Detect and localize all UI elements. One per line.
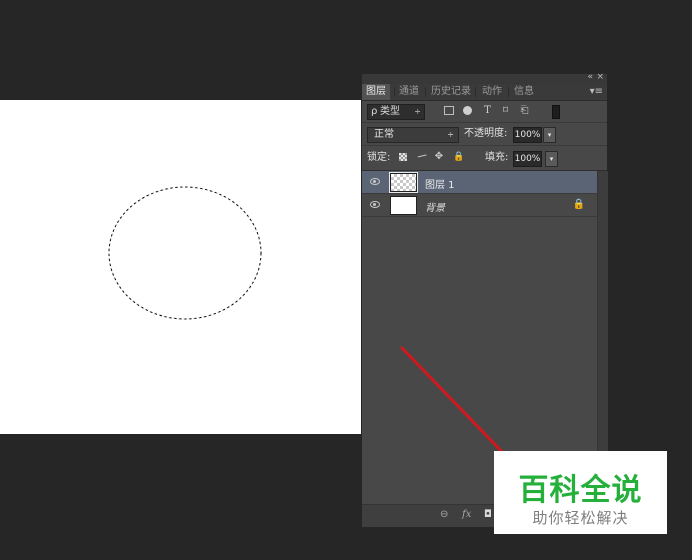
- select-arrows-icon: ÷: [414, 107, 421, 116]
- fill-dropdown-button[interactable]: ▾: [545, 151, 558, 167]
- eye-icon[interactable]: [370, 201, 380, 208]
- blend-mode-select[interactable]: 正常 ÷: [367, 127, 459, 143]
- opacity-dropdown-button[interactable]: ▾: [543, 127, 556, 143]
- fill-input[interactable]: 100%: [513, 151, 542, 167]
- close-panel-icon[interactable]: ×: [596, 72, 604, 82]
- tab-channels[interactable]: 通道: [395, 84, 423, 100]
- tab-separator: [425, 87, 426, 97]
- lock-all-icon[interactable]: 🔒: [453, 152, 464, 162]
- opacity-input[interactable]: 100%: [513, 127, 542, 143]
- filter-toggle-switch[interactable]: [552, 105, 560, 119]
- panel-title-bar: « ×: [362, 72, 607, 84]
- lock-fill-row: 锁定: ⁄ ✥ 🔒 填充: 100% ▾: [362, 146, 607, 171]
- collapse-panel-icon[interactable]: «: [587, 72, 593, 82]
- layer-lock-icon: 🔒: [572, 199, 585, 210]
- tab-layers[interactable]: 图层: [362, 84, 390, 100]
- eye-icon[interactable]: [370, 178, 380, 185]
- filter-kind-select[interactable]: ρ 类型 ÷: [367, 104, 425, 120]
- elliptical-selection-marquee: [108, 186, 262, 320]
- lock-image-pixels-icon[interactable]: ⁄: [414, 150, 428, 164]
- fill-label: 填充:: [485, 152, 509, 163]
- layer-name[interactable]: 图层 1: [425, 176, 455, 191]
- layer-thumbnail[interactable]: [389, 172, 418, 193]
- image-filter-icon[interactable]: [444, 106, 454, 115]
- tab-history[interactable]: 历史记录: [427, 84, 475, 100]
- tab-actions[interactable]: 动作: [478, 84, 506, 100]
- select-arrows-icon: ÷: [447, 130, 454, 139]
- tab-info[interactable]: 信息: [510, 84, 538, 100]
- lock-transparent-pixels-icon[interactable]: [399, 153, 407, 161]
- filter-kind-label: 类型: [380, 106, 400, 117]
- tab-separator: [475, 87, 476, 97]
- tab-separator: [508, 87, 509, 97]
- adjustment-filter-icon[interactable]: [463, 106, 472, 115]
- shape-filter-icon[interactable]: ⌑: [500, 105, 511, 116]
- layer-thumbnail[interactable]: [390, 196, 417, 215]
- opacity-label: 不透明度:: [464, 128, 508, 139]
- layer-name[interactable]: 背景: [425, 199, 445, 214]
- watermark-logo: 百科全说 助你轻松解决: [494, 451, 667, 534]
- document-canvas[interactable]: [0, 100, 361, 434]
- layer-filter-row: ρ 类型 ÷ T ⌑ ⎗: [362, 100, 607, 123]
- layer-row-layer-1[interactable]: 图层 1: [362, 171, 597, 194]
- panel-menu-icon[interactable]: ▾≡: [590, 86, 603, 97]
- watermark-subtitle: 助你轻松解决: [532, 509, 629, 527]
- link-layers-icon[interactable]: ⊖: [440, 509, 448, 520]
- layer-divider: [362, 216, 597, 217]
- watermark-title: 百科全说: [518, 473, 643, 508]
- blend-opacity-row: 正常 ÷ 不透明度: 100% ▾: [362, 123, 607, 146]
- add-mask-icon[interactable]: ◘: [484, 509, 492, 520]
- lock-position-icon[interactable]: ✥: [434, 152, 444, 162]
- blend-mode-value: 正常: [374, 129, 394, 140]
- search-icon: ρ: [371, 106, 378, 117]
- lock-label: 锁定:: [367, 152, 391, 163]
- type-filter-icon[interactable]: T: [482, 105, 493, 116]
- fx-icon[interactable]: fx: [462, 509, 471, 520]
- panel-tabs: 图层 通道 历史记录 动作 信息 ▾≡: [362, 84, 607, 101]
- smart-object-filter-icon[interactable]: ⎗: [519, 105, 530, 116]
- layer-row-background[interactable]: 背景 🔒: [362, 194, 597, 217]
